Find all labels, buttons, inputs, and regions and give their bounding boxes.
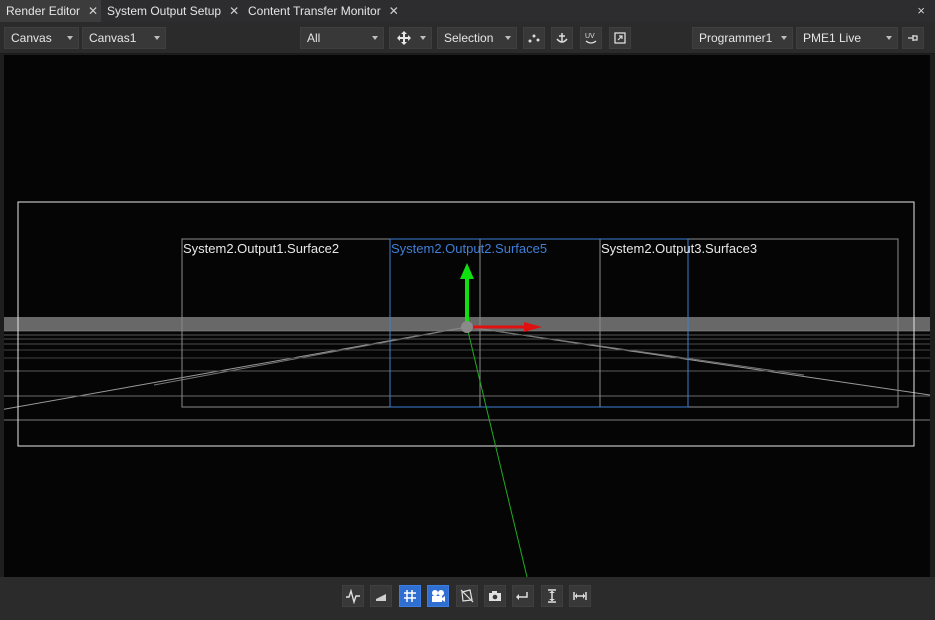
anchor-tool-button[interactable]	[551, 27, 573, 49]
chevron-down-icon	[67, 36, 73, 40]
chevron-down-icon	[505, 36, 511, 40]
horizontal-fit-button[interactable]	[569, 585, 591, 607]
chevron-down-icon	[886, 36, 892, 40]
ramp-button[interactable]	[370, 585, 392, 607]
tab-label: Render Editor	[6, 4, 81, 18]
hide-geometry-button[interactable]	[456, 585, 478, 607]
surface-label: System2.Output1.Surface2	[183, 241, 339, 256]
panel-close-icon[interactable]: ×	[917, 3, 925, 18]
horizontal-fit-icon	[573, 592, 587, 600]
selection-mode-dropdown[interactable]: Selection	[437, 27, 517, 49]
vertex-tool-button[interactable]	[523, 27, 545, 49]
camera-ray	[466, 326, 528, 577]
tab-label: Content Transfer Monitor	[248, 4, 381, 18]
surface-label-selected: System2.Output2.Surface5	[391, 241, 547, 256]
chevron-down-icon	[420, 36, 426, 40]
pin-icon	[908, 35, 918, 41]
svg-text:UV: UV	[585, 33, 595, 40]
chevron-down-icon	[372, 36, 378, 40]
render-viewport[interactable]: System2.Output1.Surface2 System2.Output2…	[4, 55, 930, 577]
camera-icon	[432, 590, 445, 602]
vertical-fit-button[interactable]	[541, 585, 563, 607]
ramp-icon	[376, 594, 386, 601]
canvas-dropdown[interactable]: Canvas1	[82, 27, 166, 49]
tab-label: System Output Setup	[107, 4, 222, 18]
camera-toggle-button[interactable]	[427, 585, 449, 607]
gizmo-origin[interactable]	[461, 321, 473, 333]
tab-system-output-setup[interactable]: System Output Setup ✕	[101, 0, 242, 22]
fit-tool-button[interactable]	[609, 27, 631, 49]
programmer-value: Programmer1	[699, 31, 773, 45]
uv-icon: UV	[585, 33, 597, 44]
tab-content-transfer-monitor[interactable]: Content Transfer Monitor ✕	[242, 0, 408, 22]
vertical-fit-icon	[548, 589, 556, 603]
uv-tool-button[interactable]: UV	[580, 27, 602, 49]
close-icon[interactable]: ✕	[229, 4, 239, 18]
move-arrows-icon	[397, 31, 411, 45]
hide-geometry-icon	[460, 589, 474, 603]
live-value: PME1 Live	[803, 31, 862, 45]
filter-value: All	[307, 31, 321, 45]
grid-icon	[404, 590, 416, 602]
tab-bar: Render Editor ✕ System Output Setup ✕ Co…	[0, 0, 935, 22]
tab-render-editor[interactable]: Render Editor ✕	[0, 0, 101, 22]
surface-label: System2.Output3.Surface3	[601, 241, 757, 256]
live-dropdown[interactable]: PME1 Live	[796, 27, 898, 49]
chevron-down-icon	[781, 36, 787, 40]
filter-dropdown[interactable]: All	[300, 27, 384, 49]
snapshot-button[interactable]	[484, 585, 506, 607]
selection-mode-value: Selection	[444, 31, 494, 45]
vertex-points-icon	[528, 34, 540, 43]
transform-mode-dropdown[interactable]	[389, 27, 432, 49]
toolbar: Canvas Canvas1 All Selection UV Programm…	[0, 22, 935, 54]
snapshot-icon	[489, 591, 501, 601]
waveform-button[interactable]	[342, 585, 364, 607]
grid-toggle-button[interactable]	[399, 585, 421, 607]
undo-arrow-icon	[516, 592, 528, 600]
close-icon[interactable]: ✕	[88, 4, 98, 18]
scene-canvas[interactable]: System2.Output1.Surface2 System2.Output2…	[4, 55, 930, 577]
y-axis-arrow-icon[interactable]	[460, 263, 474, 279]
programmer-dropdown[interactable]: Programmer1	[692, 27, 793, 49]
floor-grid	[4, 326, 930, 421]
pin-button[interactable]	[902, 27, 924, 49]
anchor-icon	[556, 33, 568, 43]
bottom-toolbar	[0, 577, 935, 620]
frame-fit-icon	[614, 32, 626, 44]
view-mode-value: Canvas	[11, 31, 52, 45]
close-icon[interactable]: ✕	[389, 4, 399, 18]
chevron-down-icon	[154, 36, 160, 40]
canvas-value: Canvas1	[89, 31, 137, 45]
waveform-icon	[346, 588, 360, 604]
view-mode-dropdown[interactable]: Canvas	[4, 27, 79, 49]
undo-button[interactable]	[512, 585, 534, 607]
